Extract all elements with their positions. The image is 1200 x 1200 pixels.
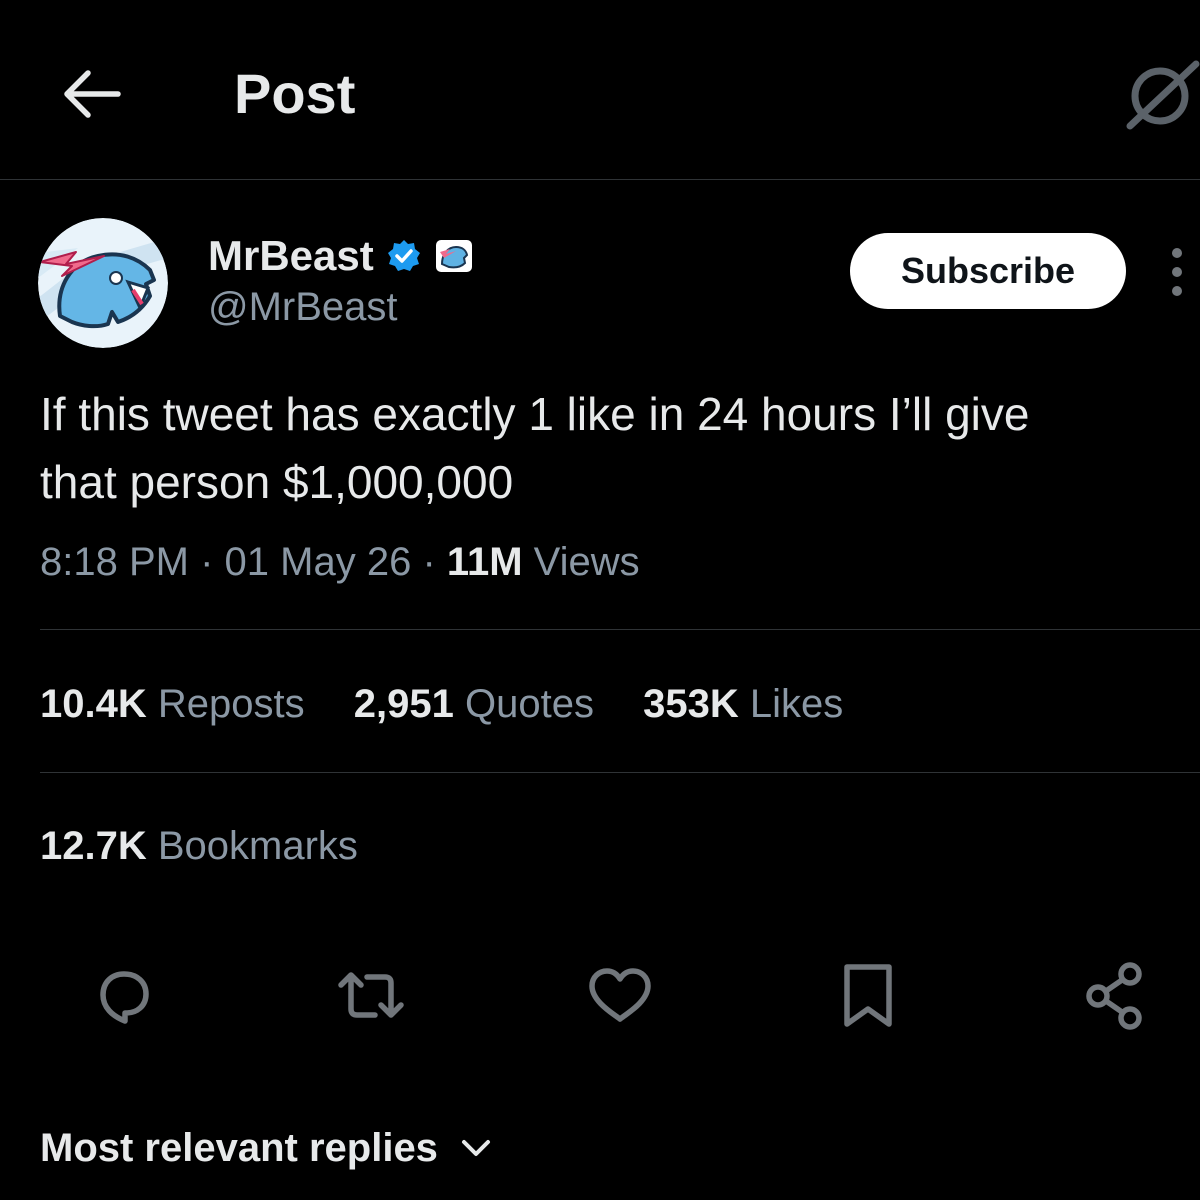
post-time[interactable]: 8:18 PM — [40, 540, 189, 584]
subscribe-button[interactable]: Subscribe — [850, 233, 1126, 309]
divider — [40, 629, 1200, 630]
repost-icon — [338, 972, 404, 1018]
separator: · — [200, 540, 214, 584]
separator: · — [422, 540, 436, 584]
more-vertical-icon — [1172, 248, 1182, 296]
replies-sort-dropdown[interactable]: Most relevant replies — [40, 1118, 492, 1178]
reposts-count: 10.4K — [40, 682, 147, 726]
like-button[interactable] — [582, 958, 658, 1034]
bookmarks-label: Bookmarks — [157, 824, 358, 868]
verified-badge-icon[interactable] — [386, 238, 422, 274]
page-title: Post — [234, 62, 356, 125]
reposts-stat[interactable]: 10.4K Reposts — [40, 682, 305, 726]
avatar[interactable] — [38, 218, 168, 348]
author-name-row: MrBeast — [208, 228, 474, 284]
repost-button[interactable] — [333, 958, 409, 1034]
likes-count: 353K — [643, 682, 739, 726]
post-metadata: 8:18 PM · 01 May 26 · 11M Views — [40, 532, 640, 592]
likes-stat[interactable]: 353K Likes — [643, 682, 843, 726]
share-button[interactable] — [1078, 958, 1154, 1034]
like-icon — [589, 968, 651, 1022]
engagement-stats: 10.4K Reposts 2,951 Quotes 353K Likes — [40, 676, 881, 732]
top-bar — [0, 0, 1200, 180]
share-icon — [1086, 962, 1142, 1030]
author-display-name[interactable]: MrBeast — [208, 230, 374, 282]
bookmarks-count: 12.7K — [40, 824, 147, 868]
affiliate-badge-icon[interactable] — [434, 238, 474, 274]
bookmark-icon — [844, 964, 892, 1027]
replies-sort-label: Most relevant replies — [40, 1125, 438, 1170]
bookmark-button[interactable] — [830, 958, 906, 1034]
grok-button[interactable] — [1122, 60, 1200, 130]
post-date[interactable]: 01 May 26 — [225, 540, 412, 584]
grok-icon — [1126, 60, 1200, 130]
post-text-line-2: that person $1,000,000 — [40, 456, 514, 508]
profile-logo-icon — [38, 218, 168, 348]
back-button[interactable] — [58, 60, 126, 128]
post-text-line-1: If this tweet has exactly 1 like in 24 h… — [40, 388, 1030, 440]
author-handle[interactable]: @MrBeast — [208, 282, 398, 332]
more-options-button[interactable] — [1162, 246, 1192, 298]
arrow-left-icon — [64, 70, 121, 118]
quotes-label: Quotes — [464, 682, 594, 726]
post-text: If this tweet has exactly 1 like in 24 h… — [40, 380, 1200, 516]
reply-icon — [100, 971, 149, 1024]
views-label: Views — [533, 540, 640, 584]
bookmarks-stat[interactable]: 12.7K Bookmarks — [40, 818, 358, 874]
views-count: 11M — [446, 540, 523, 584]
reposts-label: Reposts — [157, 682, 305, 726]
likes-label: Likes — [749, 682, 844, 726]
quotes-count: 2,951 — [353, 682, 454, 726]
reply-button[interactable] — [86, 958, 162, 1034]
quotes-stat[interactable]: 2,951 Quotes — [354, 682, 594, 726]
chevron-down-icon — [461, 1140, 490, 1156]
divider — [40, 772, 1200, 773]
